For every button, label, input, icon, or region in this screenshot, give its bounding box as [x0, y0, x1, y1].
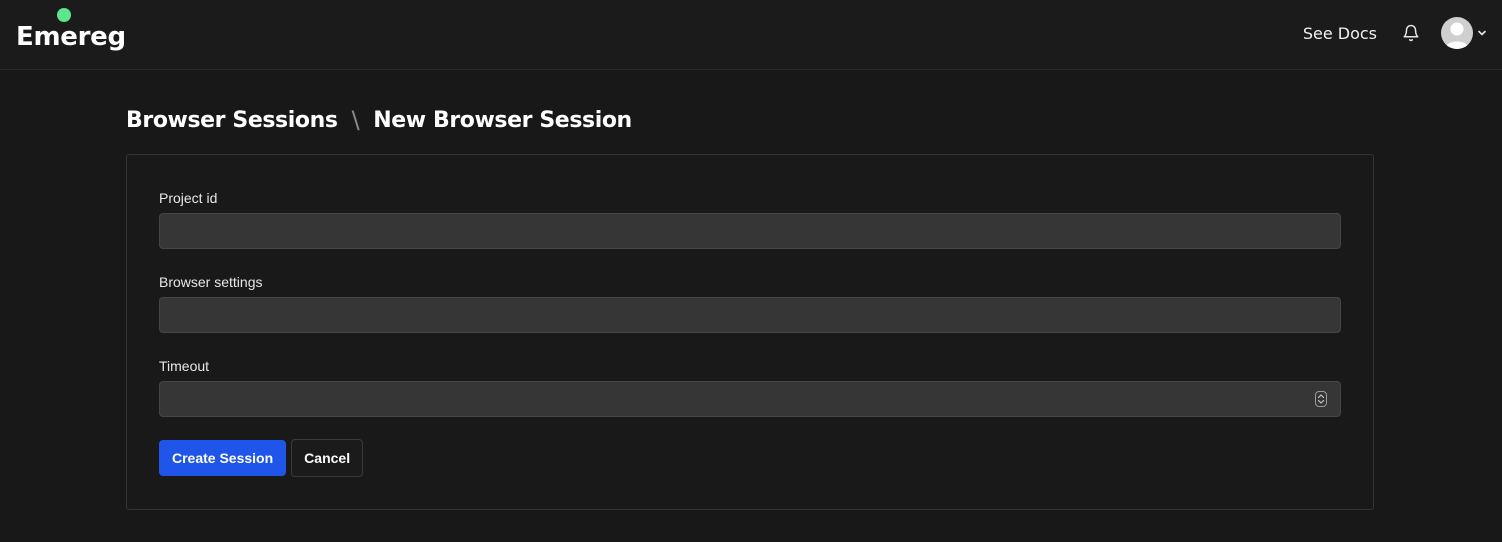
timeout-label: Timeout	[159, 358, 210, 374]
user-avatar-icon	[1441, 17, 1473, 49]
project-id-input[interactable]	[159, 213, 1341, 249]
create-session-button[interactable]: Create Session	[159, 440, 287, 476]
bell-icon	[1403, 24, 1419, 42]
browser-settings-input[interactable]	[159, 297, 1341, 333]
stepper-arrows-icon	[1317, 394, 1325, 404]
timeout-field: Timeout	[159, 357, 1341, 417]
breadcrumb-separator: \	[351, 106, 360, 134]
browser-settings-label: Browser settings	[159, 274, 263, 290]
timeout-stepper[interactable]	[1315, 391, 1327, 407]
header-actions: See Docs	[1303, 0, 1502, 66]
app-logo[interactable]: Emereg	[16, 21, 126, 53]
browser-settings-field: Browser settings	[159, 273, 1341, 333]
breadcrumb-browser-sessions-link[interactable]: Browser Sessions	[126, 108, 338, 133]
user-menu-button[interactable]	[1441, 17, 1488, 49]
new-browser-session-form: Project id Browser settings Timeout Crea…	[126, 154, 1374, 510]
project-id-field: Project id	[159, 189, 1341, 249]
page-title: New Browser Session	[373, 107, 632, 133]
see-docs-link[interactable]: See Docs	[1303, 24, 1377, 43]
logo-status-dot-icon	[57, 8, 71, 22]
project-id-label: Project id	[159, 190, 218, 206]
breadcrumb: Browser Sessions \ New Browser Session	[126, 104, 632, 136]
notifications-button[interactable]	[1401, 23, 1421, 43]
chevron-down-icon	[1476, 27, 1488, 39]
timeout-input[interactable]	[159, 381, 1341, 417]
logo-text: Emereg	[16, 22, 126, 52]
top-navigation-bar: Emereg See Docs	[0, 0, 1502, 70]
cancel-button[interactable]: Cancel	[291, 439, 364, 477]
form-actions: Create Session Cancel	[159, 439, 364, 477]
timeout-input-wrapper	[159, 381, 1341, 417]
